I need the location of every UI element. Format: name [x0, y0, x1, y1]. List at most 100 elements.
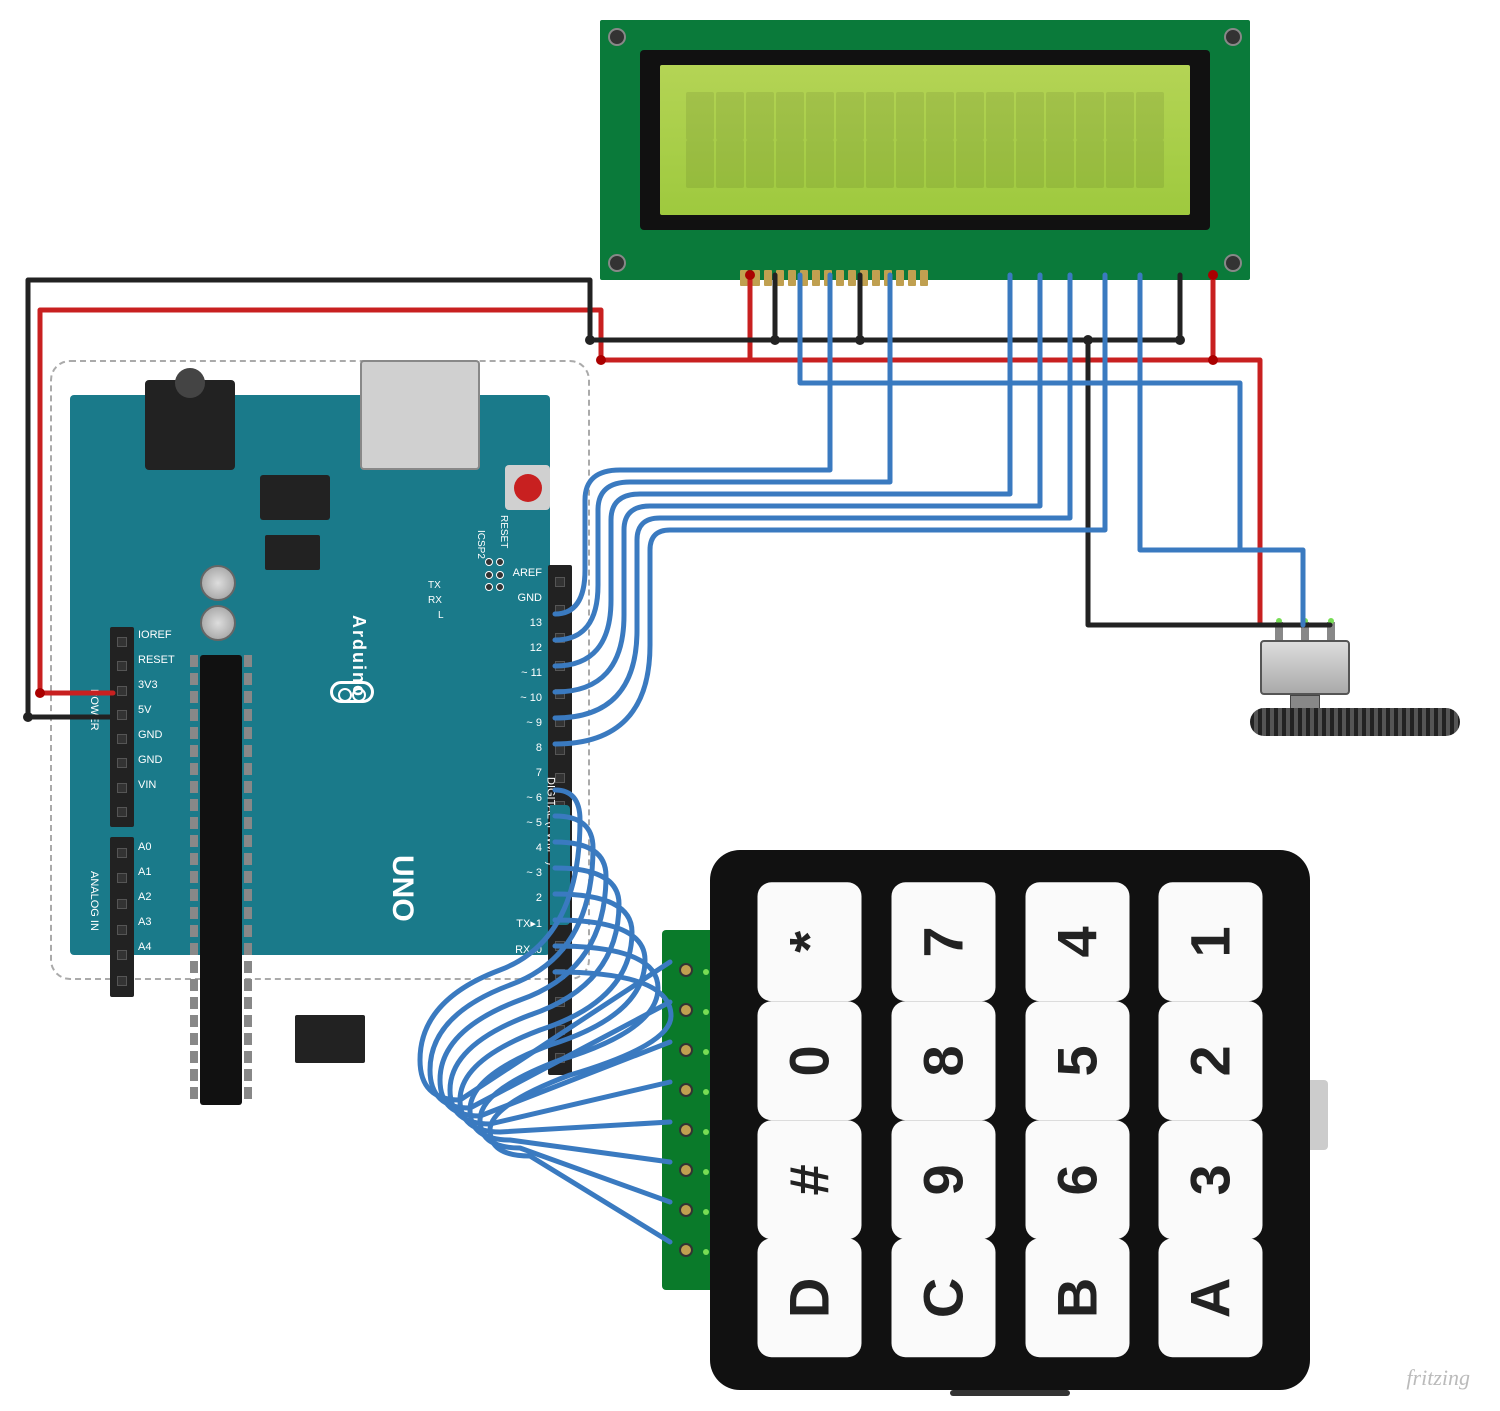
pin-label: 13	[513, 617, 542, 629]
keypad-key-5[interactable]: 5	[1025, 1001, 1129, 1120]
lcd-cell	[1106, 140, 1134, 188]
pin-label: ~ 5	[513, 817, 542, 829]
pin-label: 4	[513, 842, 542, 854]
wire-pot-lcd-d7	[1140, 275, 1240, 550]
keypad-pin	[679, 1043, 693, 1057]
lcd-cell	[866, 140, 894, 188]
lcd-cell	[926, 140, 954, 188]
capacitor	[200, 605, 236, 641]
icsp2-label: ICSP2	[475, 530, 486, 559]
digital-pin-labels: DIGITAL (PWM ~) AREFGND1312~ 11~ 10~ 987…	[513, 567, 542, 956]
lcd-cell	[866, 92, 894, 140]
keypad-key-a[interactable]: A	[1159, 1239, 1263, 1358]
keypad-key-c[interactable]: C	[891, 1239, 995, 1358]
potentiometer-pin-1	[1275, 622, 1283, 640]
lcd-cell	[896, 140, 924, 188]
power-pin-labels: POWER IOREFRESET3V35VGNDGNDVIN	[138, 629, 175, 791]
lcd-cell	[1046, 140, 1074, 188]
reset-label: RESET	[498, 515, 509, 548]
keypad-key-4[interactable]: 4	[1025, 883, 1129, 1002]
pin-label: 3V3	[138, 679, 175, 691]
lcd-cell	[686, 140, 714, 188]
potentiometer-shaft[interactable]	[1250, 708, 1460, 736]
lcd-cell	[716, 140, 744, 188]
lcd-bezel	[640, 50, 1210, 230]
keypad-key-7[interactable]: 7	[891, 883, 995, 1002]
fritzing-watermark: fritzing	[1406, 1365, 1470, 1391]
pin-label: ~ 11	[513, 667, 542, 679]
lcd-pin	[920, 270, 928, 286]
keypad-key-hash[interactable]: #	[758, 1120, 862, 1239]
pin-label: RX◂0	[513, 943, 542, 956]
lcd-pin	[836, 270, 844, 286]
analog-pin-labels: ANALOG IN A0A1A2A3A4A5	[138, 841, 151, 978]
keypad-pin	[679, 1123, 693, 1137]
lcd-pin	[752, 270, 760, 286]
pin-label: GND	[513, 592, 542, 604]
lcd-cell	[776, 140, 804, 188]
keypad-pin	[679, 1203, 693, 1217]
keypad-pin	[679, 1003, 693, 1017]
lcd-cell	[1076, 140, 1104, 188]
lcd-16x2-module	[600, 20, 1250, 280]
analog-group-label: ANALOG IN	[88, 871, 100, 931]
keypad-key-0[interactable]: 0	[758, 1001, 862, 1120]
lcd-cell	[686, 92, 714, 140]
arduino-uno: RESET Arduino UNO TX RX L ICSP2 ICSP 1 O…	[50, 360, 590, 980]
lcd-cell	[806, 92, 834, 140]
lcd-pin	[872, 270, 880, 286]
keypad-key-3[interactable]: 3	[1159, 1120, 1263, 1239]
lcd-cell	[776, 92, 804, 140]
lcd-cell	[716, 92, 744, 140]
lcd-pin	[740, 270, 748, 286]
lcd-cell	[1016, 140, 1044, 188]
on-label: ON	[402, 1019, 414, 1036]
keypad-tab	[1310, 1080, 1328, 1150]
l-label: L	[438, 610, 444, 621]
keypad-key-star[interactable]: *	[758, 883, 862, 1002]
usb-port	[360, 360, 480, 470]
lcd-pin	[860, 270, 868, 286]
keypad-4x4: *741 0852 #963 DCBA	[710, 850, 1310, 1390]
lcd-cell	[1136, 92, 1164, 140]
lcd-cell	[956, 92, 984, 140]
pin-label: ~ 6	[513, 792, 542, 804]
digital-header	[548, 565, 572, 1075]
dc-power-jack	[145, 380, 235, 470]
arduino-brand-label: Arduino	[348, 615, 369, 698]
arduino-pcb: RESET Arduino UNO TX RX L ICSP2 ICSP 1 O…	[70, 395, 550, 955]
wire-d1-keypad	[480, 946, 670, 1202]
keypad-key-d[interactable]: D	[758, 1239, 862, 1358]
lcd-pin	[812, 270, 820, 286]
power-group-label: POWER	[88, 689, 100, 731]
lcd-pin	[800, 270, 808, 286]
pin-label: RESET	[138, 654, 175, 666]
wire-d11-lcd	[555, 275, 1010, 666]
wire-5v-lcd-backlight	[601, 275, 1213, 360]
icsp2-header	[485, 558, 507, 593]
pin-label: 12	[513, 642, 542, 654]
lcd-pin	[824, 270, 832, 286]
pin-label: ~ 9	[513, 717, 542, 729]
capacitor	[200, 565, 236, 601]
keypad-grid: *7410852#963DCBA	[750, 890, 1270, 1350]
lcd-row-1	[668, 92, 1182, 140]
keypad-key-8[interactable]: 8	[891, 1001, 995, 1120]
lcd-cell	[1106, 92, 1134, 140]
lcd-cell	[1076, 92, 1104, 140]
keypad-key-1[interactable]: 1	[1159, 883, 1263, 1002]
keypad-slit	[950, 1390, 1070, 1396]
power-header	[110, 627, 134, 827]
wire-gnd-pot	[1088, 340, 1330, 625]
keypad-pin	[679, 1243, 693, 1257]
keypad-key-9[interactable]: 9	[891, 1120, 995, 1239]
wire-d9-lcd	[555, 275, 1070, 718]
arduino-model-label: UNO	[385, 855, 419, 922]
reset-button[interactable]	[505, 465, 550, 510]
keypad-key-b[interactable]: B	[1025, 1239, 1129, 1358]
keypad-key-2[interactable]: 2	[1159, 1001, 1263, 1120]
lcd-cell	[956, 140, 984, 188]
ic-chip	[265, 535, 320, 570]
pin-label: ~ 10	[513, 692, 542, 704]
keypad-key-6[interactable]: 6	[1025, 1120, 1129, 1239]
